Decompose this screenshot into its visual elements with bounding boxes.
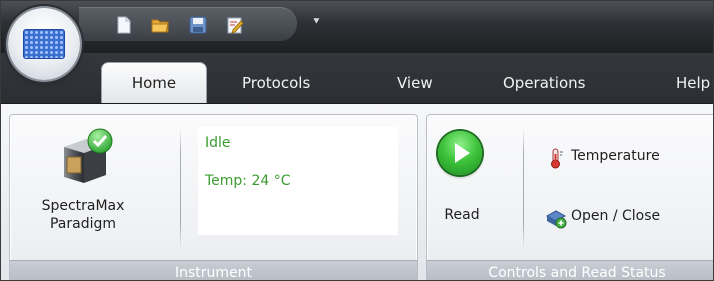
instrument-model: Paradigm xyxy=(49,216,117,232)
play-icon xyxy=(438,131,482,175)
instrument-group: SpectraMax Paradigm Idle Temp: 24 °C Ins… xyxy=(9,114,418,280)
instrument-status-panel: Idle Temp: 24 °C xyxy=(198,127,398,235)
group-label-instrument: Instrument xyxy=(10,260,417,280)
microplate-icon xyxy=(23,29,65,59)
tab-protocols[interactable]: Protocols xyxy=(242,63,310,103)
instrument-button[interactable]: SpectraMax Paradigm xyxy=(24,197,142,233)
open-folder-icon[interactable] xyxy=(151,16,169,34)
application-menu-button[interactable] xyxy=(8,8,80,80)
separator xyxy=(523,129,524,249)
read-label: Read xyxy=(444,207,480,223)
instrument-button-icon[interactable] xyxy=(56,127,116,189)
tab-help[interactable]: Help xyxy=(676,63,710,103)
group-label-controls: Controls and Read Status xyxy=(427,260,713,280)
temperature-readout: Temp: 24 °C xyxy=(205,173,291,189)
tab-view[interactable]: View xyxy=(397,63,433,103)
thermometer-icon xyxy=(551,148,563,169)
tab-operations[interactable]: Operations xyxy=(503,63,585,103)
tab-home[interactable]: Home xyxy=(102,63,206,103)
app-window: ⯆ Home Protocols View Operations Help Sp… xyxy=(0,0,714,281)
plate-drawer-icon xyxy=(545,210,567,229)
temperature-label: Temperature xyxy=(571,148,660,164)
status-text: Idle xyxy=(205,135,231,151)
ribbon-panel: SpectraMax Paradigm Idle Temp: 24 °C Ins… xyxy=(1,104,713,280)
customize-dropdown-icon[interactable]: ⯆ xyxy=(312,15,322,29)
instrument-name: SpectraMax xyxy=(41,198,125,214)
open-close-label: Open / Close xyxy=(571,208,661,224)
save-icon[interactable] xyxy=(189,16,207,34)
separator xyxy=(180,129,181,249)
quick-access-toolbar xyxy=(79,7,297,41)
new-document-icon[interactable] xyxy=(115,16,133,34)
controls-group: Read Temperature Open / Close Controls a… xyxy=(426,114,713,280)
edit-protocol-icon[interactable] xyxy=(227,16,245,34)
